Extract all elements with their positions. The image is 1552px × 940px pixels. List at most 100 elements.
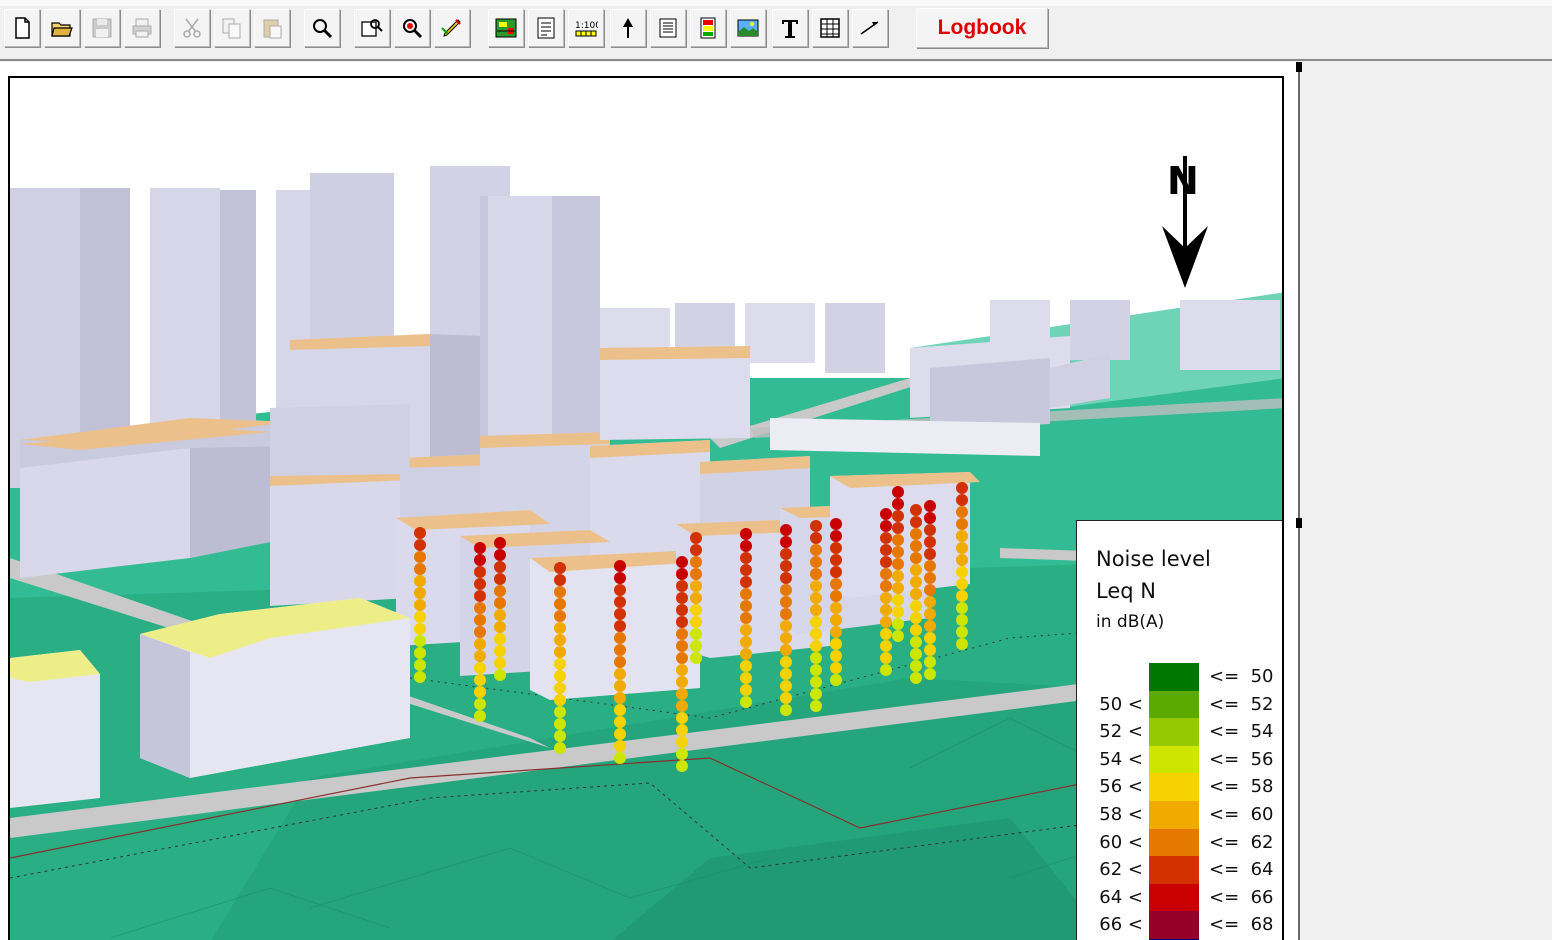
legend-lower-bound: 56 < — [1099, 776, 1143, 798]
noise-receiver-point — [830, 518, 842, 530]
zoom-window-button[interactable] — [354, 9, 390, 47]
noise-receiver-point — [880, 556, 892, 568]
noise-receiver-point — [910, 588, 922, 600]
noise-receiver-point — [924, 596, 936, 608]
noise-receiver-point — [780, 668, 792, 680]
noise-receiver-point — [956, 590, 968, 602]
color-legend-icon — [700, 17, 716, 39]
noise-receiver-point — [910, 672, 922, 684]
copy-button[interactable] — [214, 9, 250, 47]
legend-lower-bound: 64 < — [1099, 886, 1143, 908]
noise-receiver-point — [740, 600, 752, 612]
noise-receiver-point — [676, 688, 688, 700]
picture-button[interactable] — [730, 9, 766, 47]
3d-noise-map-view[interactable]: N Noise level Leq N in dB(A) <= 50 50 < <=… — [8, 76, 1284, 940]
zoom-button[interactable] — [304, 9, 340, 47]
arrow-button[interactable] — [852, 9, 888, 47]
noise-receiver-point — [880, 616, 892, 628]
scale-button[interactable]: 1:100 — [568, 9, 604, 47]
noise-receiver-point — [740, 648, 752, 660]
noise-receiver-point — [494, 609, 506, 621]
noise-receiver-point — [780, 572, 792, 584]
paste-button[interactable] — [254, 9, 290, 47]
new-document-icon — [15, 17, 30, 39]
noise-receiver-point — [614, 560, 626, 572]
image-icon — [737, 19, 759, 37]
zoom-red-icon — [403, 19, 423, 39]
noise-receiver-point — [676, 616, 688, 628]
noise-receiver-point — [740, 636, 752, 648]
noise-receiver-point — [810, 580, 822, 592]
cut-button[interactable] — [174, 9, 210, 47]
north-arrow-button[interactable] — [610, 9, 646, 47]
resize-handle-top[interactable] — [1296, 62, 1302, 72]
noise-receiver-point — [676, 652, 688, 664]
noise-receiver-point — [676, 664, 688, 676]
legend-color-swatch — [1149, 663, 1199, 691]
legend-button[interactable] — [690, 9, 726, 47]
open-file-button[interactable] — [44, 9, 80, 47]
noise-receiver-point — [810, 556, 822, 568]
noise-receiver-point — [880, 520, 892, 532]
noise-receiver-point — [924, 560, 936, 572]
noise-receiver-point — [554, 586, 566, 598]
noise-receiver-point — [690, 604, 702, 616]
arrow-icon — [860, 21, 879, 35]
noise-receiver-point — [910, 600, 922, 612]
legend-lower-bound: 52 < — [1099, 721, 1143, 743]
properties-button[interactable] — [528, 9, 564, 47]
noise-receiver-point — [676, 580, 688, 592]
noise-receiver-point — [810, 640, 822, 652]
noise-receiver-point — [740, 672, 752, 684]
noise-receiver-point — [810, 568, 822, 580]
noise-receiver-point — [924, 644, 936, 656]
noise-receiver-point — [676, 736, 688, 748]
logbook-button[interactable]: Logbook — [916, 8, 1048, 48]
noise-receiver-point — [924, 572, 936, 584]
floppy-disk-icon — [92, 18, 112, 38]
table-grid-icon — [820, 18, 840, 38]
legend-color-swatch — [1149, 690, 1199, 719]
noise-receiver-point — [880, 508, 892, 520]
noise-receiver-point — [892, 570, 904, 582]
edit-button[interactable] — [434, 9, 470, 47]
paste-icon — [263, 19, 282, 39]
text-t-icon — [782, 20, 798, 38]
north-arrow-icon — [623, 18, 633, 38]
noise-receiver-point — [892, 594, 904, 606]
noise-receiver-point — [690, 652, 702, 664]
document-list-icon — [537, 17, 555, 39]
noise-receiver-point — [830, 566, 842, 578]
text-frame-button[interactable] — [650, 9, 686, 47]
print-button[interactable] — [124, 9, 160, 47]
toolbar-divider — [0, 59, 1552, 61]
noise-receiver-point — [554, 694, 566, 706]
north-arrow-label: N — [1167, 159, 1199, 203]
noise-receiver-point — [880, 604, 892, 616]
map-view-button[interactable] — [488, 9, 524, 47]
text-button[interactable] — [772, 9, 808, 47]
scale-bar-icon: 1:100 — [575, 21, 598, 37]
noise-receiver-point — [676, 748, 688, 760]
legend-color-swatch — [1149, 745, 1199, 774]
noise-receiver-point — [924, 548, 936, 560]
noise-receiver-point — [690, 592, 702, 604]
resize-handle-middle[interactable] — [1296, 518, 1302, 528]
north-arrow[interactable]: N — [1150, 156, 1220, 292]
noise-receiver-point — [924, 620, 936, 632]
scissors-icon — [183, 18, 201, 38]
noise-receiver-point — [924, 656, 936, 668]
zoom-extents-button[interactable] — [394, 9, 430, 47]
noise-receiver-point — [810, 544, 822, 556]
save-button[interactable] — [84, 9, 120, 47]
legend-row: 54 < <= 56 — [1077, 745, 1282, 774]
noise-legend[interactable]: Noise level Leq N in dB(A) <= 50 50 < <= 5… — [1076, 520, 1282, 940]
noise-receiver-point — [830, 650, 842, 662]
table-button[interactable] — [812, 9, 848, 47]
noise-receiver-point — [740, 588, 752, 600]
noise-receiver-point — [740, 696, 752, 708]
noise-receiver-point — [910, 552, 922, 564]
noise-receiver-point — [676, 640, 688, 652]
new-file-button[interactable] — [4, 9, 40, 47]
noise-receiver-point — [880, 544, 892, 556]
